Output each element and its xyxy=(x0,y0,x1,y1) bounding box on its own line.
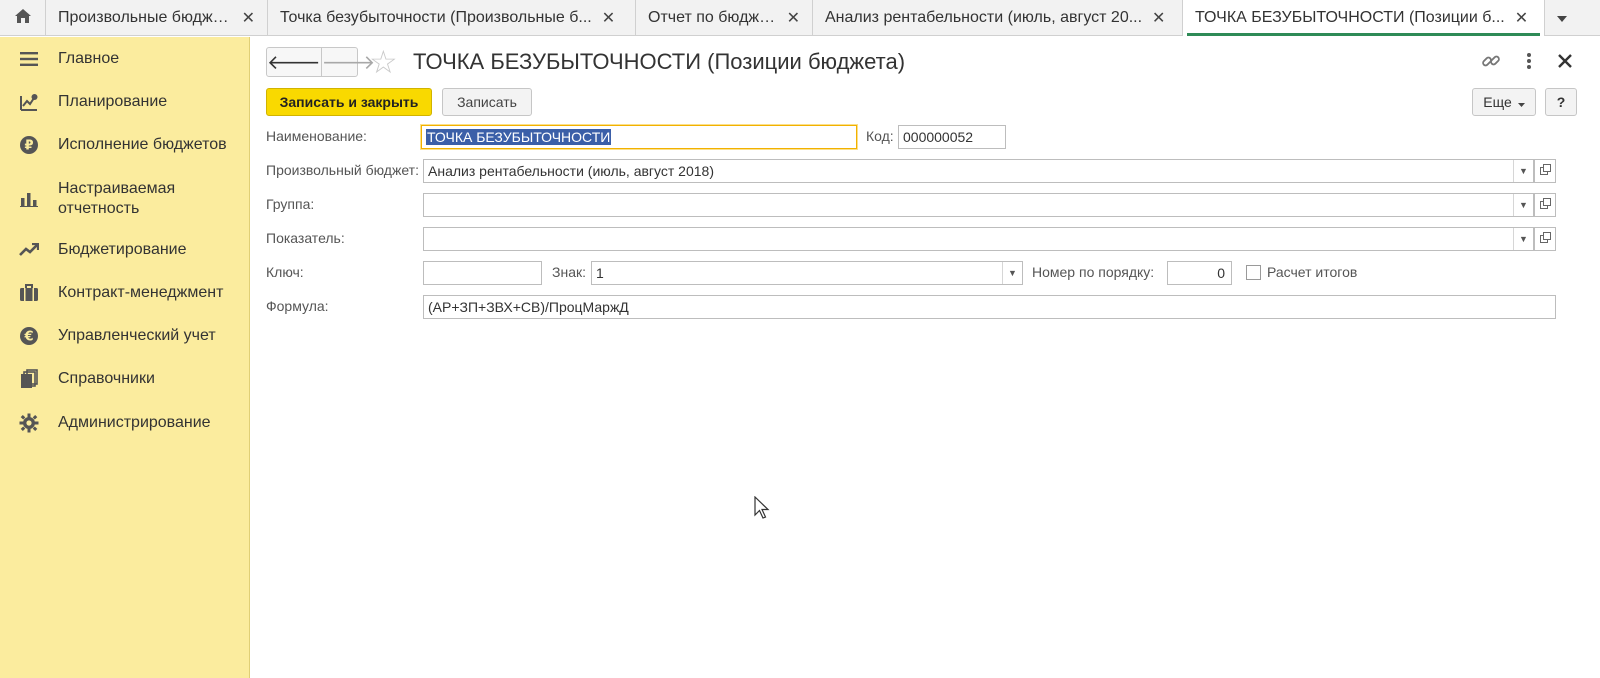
name-field[interactable]: ТОЧКА БЕЗУБЫТОЧНОСТИ xyxy=(421,125,857,149)
name-label: Наименование: xyxy=(266,128,367,144)
main-content: 🡐 🡒 ☆ ТОЧКА БЕЗУБЫТОЧНОСТИ (Позиции бюдж… xyxy=(251,37,1600,678)
tab-label: ТОЧКА БЕЗУБЫТОЧНОСТИ (Позиции б... xyxy=(1195,9,1505,26)
budget-field[interactable]: Анализ рентабельности (июль, август 2018… xyxy=(423,159,1534,183)
code-label: Код: xyxy=(866,128,894,144)
dropdown-caret-icon[interactable]: ▼ xyxy=(1513,228,1533,250)
sign-field[interactable]: 1 ▼ xyxy=(591,261,1023,285)
page-title: ТОЧКА БЕЗУБЫТОЧНОСТИ (Позиции бюджета) xyxy=(413,49,906,74)
sidebar: Главное Планирование ₽ Исполнение бюджет… xyxy=(0,37,250,678)
sidebar-item-label: Планирование xyxy=(58,93,168,110)
tab-budget-report[interactable]: Отчет по бюджету ✕ xyxy=(636,0,813,36)
more-vertical-icon[interactable] xyxy=(1517,49,1541,73)
budget-value: Анализ рентабельности (июль, август 2018… xyxy=(428,163,714,179)
tab-arbitrary-budgets[interactable]: Произвольные бюджеты ✕ xyxy=(46,0,268,36)
indicator-label: Показатель: xyxy=(266,230,345,246)
close-icon[interactable]: ✕ xyxy=(242,8,255,28)
home-icon xyxy=(14,8,32,29)
tab-breakeven-arbitrary[interactable]: Точка безубыточности (Произвольные б... … xyxy=(268,0,636,36)
gear-icon xyxy=(18,412,40,434)
open-budget-button[interactable] xyxy=(1534,159,1556,183)
tab-profitability-analysis[interactable]: Анализ рентабельности (июль, август 20..… xyxy=(813,0,1183,36)
close-icon[interactable] xyxy=(1553,49,1577,73)
sidebar-item-budget-execution[interactable]: ₽ Исполнение бюджетов xyxy=(0,135,227,155)
sidebar-item-planning[interactable]: Планирование xyxy=(0,92,167,112)
back-arrow-icon[interactable]: 🡐 xyxy=(267,48,321,76)
more-actions-button[interactable]: Еще xyxy=(1472,88,1536,116)
group-field[interactable]: ▼ xyxy=(423,193,1534,217)
code-field[interactable]: 000000052 xyxy=(898,125,1006,149)
sidebar-item-custom-reporting[interactable]: Настраиваемая отчетность xyxy=(0,178,208,220)
key-field[interactable] xyxy=(423,261,542,285)
tab-label: Анализ рентабельности (июль, август 20..… xyxy=(825,9,1143,26)
tab-bar: Произвольные бюджеты ✕ Точка безубыточно… xyxy=(0,0,1600,36)
dropdown-caret-icon[interactable]: ▼ xyxy=(1513,194,1533,216)
key-label: Ключ: xyxy=(266,264,304,280)
sidebar-item-contract-management[interactable]: Контракт-менеджмент xyxy=(0,283,223,303)
trend-up-icon xyxy=(18,239,40,261)
sidebar-item-label: Контракт-менеджмент xyxy=(58,284,224,301)
menu-lines-icon xyxy=(18,48,40,70)
sidebar-item-budgeting[interactable]: Бюджетирование xyxy=(0,240,187,260)
save-and-close-button[interactable]: Записать и закрыть xyxy=(266,88,432,116)
bar-chart-icon xyxy=(18,188,40,210)
close-icon[interactable]: ✕ xyxy=(1152,8,1165,28)
close-icon[interactable]: ✕ xyxy=(1515,8,1528,28)
caret-down-icon xyxy=(1517,94,1525,110)
tab-label: Произвольные бюджеты xyxy=(58,9,232,26)
indicator-field[interactable]: ▼ xyxy=(423,227,1534,251)
sidebar-item-label: Справочники xyxy=(58,370,155,387)
help-button[interactable]: ? xyxy=(1545,88,1577,116)
star-icon[interactable]: ☆ xyxy=(369,46,398,78)
sidebar-item-administration[interactable]: Администрирование xyxy=(0,413,211,433)
sidebar-item-label: Исполнение бюджетов xyxy=(58,136,227,153)
tab-label: Точка безубыточности (Произвольные б... xyxy=(280,9,592,26)
planning-icon xyxy=(18,91,40,113)
totals-label: Расчет итогов xyxy=(1267,264,1358,280)
history-nav: 🡐 🡒 xyxy=(266,47,375,77)
sidebar-item-management-accounting[interactable]: € Управленческий учет xyxy=(0,326,216,346)
euro-coin-icon: € xyxy=(18,325,40,347)
totals-checkbox[interactable] xyxy=(1246,265,1261,280)
books-icon xyxy=(18,368,40,390)
svg-text:₽: ₽ xyxy=(24,139,33,154)
tab-label: Отчет по бюджету xyxy=(648,9,777,26)
formula-field[interactable]: (АР+ЗП+ЗВХ+СВ)/ПроцМаржД xyxy=(423,295,1556,319)
ruble-coin-icon: ₽ xyxy=(18,134,40,156)
sidebar-item-label: Администрирование xyxy=(58,414,211,431)
sidebar-item-label: Главное xyxy=(58,50,120,67)
open-window-icon xyxy=(1539,230,1551,248)
save-button[interactable]: Записать xyxy=(442,88,532,116)
chevron-down-icon xyxy=(1557,9,1567,27)
tab-breakeven-positions[interactable]: ТОЧКА БЕЗУБЫТОЧНОСТИ (Позиции б... ✕ xyxy=(1183,0,1545,36)
close-icon[interactable]: ✕ xyxy=(787,8,800,28)
briefcase-icon xyxy=(18,282,40,304)
close-icon[interactable]: ✕ xyxy=(602,8,615,28)
tabs-more-button[interactable] xyxy=(1545,0,1579,36)
open-window-icon xyxy=(1539,162,1551,180)
name-value: ТОЧКА БЕЗУБЫТОЧНОСТИ xyxy=(426,129,612,145)
group-label: Группа: xyxy=(266,196,315,212)
sidebar-item-label: Настраиваемая отчетность xyxy=(58,180,176,217)
dropdown-caret-icon[interactable]: ▼ xyxy=(1002,262,1022,284)
more-label: Еще xyxy=(1483,94,1512,110)
order-label: Номер по порядку: xyxy=(1032,264,1155,280)
open-group-button[interactable] xyxy=(1534,193,1556,217)
sign-label: Знак: xyxy=(552,264,586,280)
dropdown-caret-icon[interactable]: ▼ xyxy=(1513,160,1533,182)
budget-label: Произвольный бюджет: xyxy=(266,162,419,178)
sidebar-item-main[interactable]: Главное xyxy=(0,49,119,69)
formula-label: Формула: xyxy=(266,298,329,314)
sidebar-item-label: Бюджетирование xyxy=(58,241,187,258)
sidebar-item-references[interactable]: Справочники xyxy=(0,369,155,389)
open-indicator-button[interactable] xyxy=(1534,227,1556,251)
svg-text:€: € xyxy=(23,330,33,345)
home-button[interactable] xyxy=(0,0,46,36)
order-number-field[interactable]: 0 xyxy=(1167,261,1232,285)
sign-value: 1 xyxy=(596,265,604,281)
sidebar-item-label: Управленческий учет xyxy=(58,327,216,344)
forward-arrow-icon[interactable]: 🡒 xyxy=(320,48,375,76)
mouse-cursor-icon xyxy=(754,495,770,525)
link-icon[interactable] xyxy=(1479,49,1503,73)
open-window-icon xyxy=(1539,196,1551,214)
